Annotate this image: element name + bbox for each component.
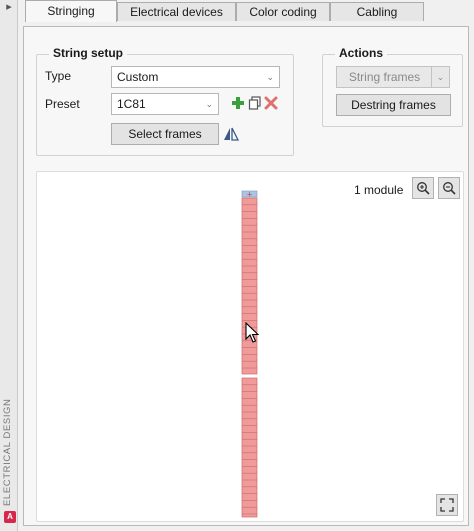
collapse-chevron-icon[interactable]: ▸ <box>2 0 16 14</box>
tab-stringing[interactable]: Stringing <box>25 0 117 22</box>
chevron-down-icon: ⌄ <box>266 72 274 82</box>
side-panel-label: ELECTRICAL DESIGN <box>2 398 13 506</box>
zoom-out-icon <box>443 182 456 195</box>
mirror-icon[interactable] <box>223 126 240 142</box>
zoom-in-button[interactable] <box>412 177 434 199</box>
tab-electrical-devices[interactable]: Electrical devices <box>117 2 236 21</box>
preset-dropdown[interactable]: 1C81 ⌄ <box>111 93 219 115</box>
chevron-down-icon[interactable]: ⌄ <box>431 67 449 87</box>
zoom-out-button[interactable] <box>438 177 460 199</box>
string-setup-title: String setup <box>49 46 128 60</box>
select-frames-button[interactable]: Select frames <box>111 123 219 145</box>
side-panel-strip: ▸ ELECTRICAL DESIGN A <box>0 0 18 531</box>
type-label: Type <box>45 69 72 83</box>
frame-module-segment-lower <box>241 377 258 518</box>
add-preset-plus-icon[interactable] <box>231 96 247 112</box>
preset-value: 1C81 <box>117 97 146 111</box>
copy-preset-icon[interactable] <box>248 96 264 112</box>
fullscreen-button[interactable] <box>436 494 458 516</box>
delete-preset-x-icon[interactable] <box>264 96 280 112</box>
app-logo-icon: A <box>4 511 16 523</box>
module-count: 1 module <box>354 183 404 197</box>
pv-frame-column[interactable]: + <box>240 189 260 519</box>
zoom-in-icon <box>417 182 430 195</box>
tab-cabling[interactable]: Cabling <box>330 2 424 21</box>
mouse-cursor-icon <box>245 322 259 343</box>
preset-label: Preset <box>45 97 80 111</box>
frame-header-plus-icon: + <box>247 191 253 199</box>
type-dropdown[interactable]: Custom ⌄ <box>111 66 280 88</box>
string-frames-button[interactable]: String frames ⌄ <box>336 66 450 88</box>
chevron-down-icon: ⌄ <box>205 99 213 109</box>
type-value: Custom <box>117 70 159 84</box>
destring-frames-button[interactable]: Destring frames <box>336 94 451 116</box>
string-frames-label: String frames <box>348 70 421 84</box>
fullscreen-icon <box>440 498 454 512</box>
actions-group: Actions <box>322 46 463 127</box>
actions-title: Actions <box>335 46 388 60</box>
tab-color-coding[interactable]: Color coding <box>236 2 330 21</box>
